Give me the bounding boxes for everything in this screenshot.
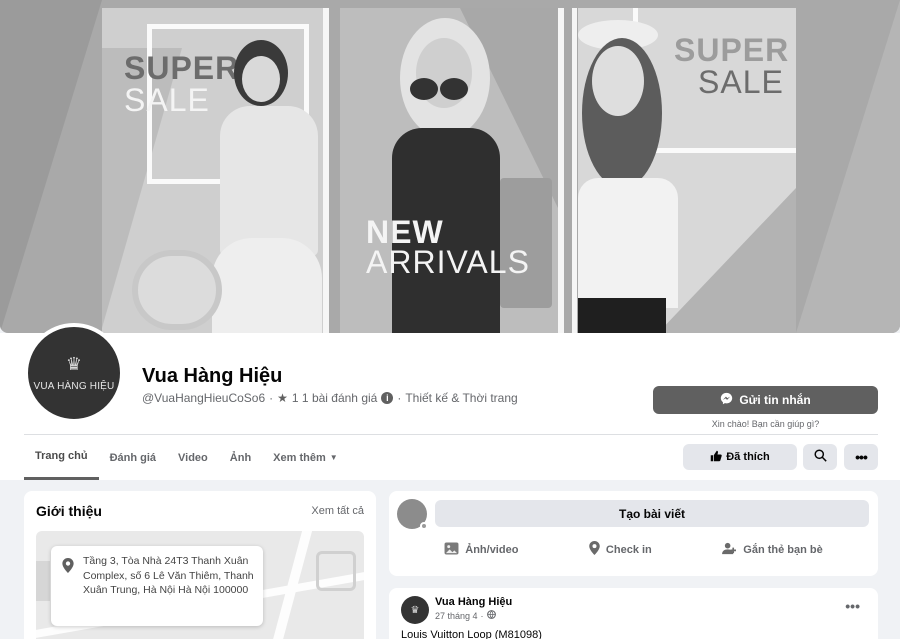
model-face — [242, 56, 280, 102]
message-hint: Xin chào! Bạn cần giúp gì? — [711, 419, 820, 429]
cover-decoration — [796, 0, 900, 333]
photo-video-option[interactable]: Ảnh/video — [444, 541, 518, 558]
tag-friends-label: Gắn thẻ bạn bè — [743, 543, 823, 556]
sunglasses — [410, 78, 438, 100]
globe-icon — [486, 610, 496, 621]
tab-see-more[interactable]: Xem thêm ▼ — [262, 435, 349, 480]
model-top — [578, 178, 678, 308]
tire-seat — [132, 250, 222, 330]
meta-separator: · — [269, 391, 274, 405]
page-avatar[interactable]: ♛ VUA HÀNG HIỆU — [24, 323, 124, 423]
page-username: @VuaHangHieuCoSo6 — [142, 391, 266, 405]
check-in-label: Check in — [605, 543, 652, 556]
tab-reviews[interactable]: Đánh giá — [99, 435, 167, 480]
post-text: Louis Vuitton Loop (M81098) — [401, 629, 542, 639]
create-post-button[interactable]: Tạo bài viết — [435, 500, 869, 527]
model-legs — [212, 238, 322, 333]
more-options-button[interactable]: ••• — [844, 444, 878, 470]
liked-button[interactable]: Đã thích — [683, 444, 797, 470]
cover-divider — [572, 8, 577, 333]
cover-panel-super-sale-left: SUPER SALE — [102, 8, 324, 333]
cover-divider — [558, 8, 564, 333]
cover-text: SALE — [698, 64, 784, 100]
shopping-bag — [500, 178, 552, 308]
post-more-icon[interactable]: ••• — [845, 598, 860, 614]
cover-text: ARRIVALS — [366, 244, 530, 280]
map-block — [36, 561, 50, 601]
messenger-icon — [720, 392, 733, 408]
model-face — [592, 46, 644, 116]
tab-see-more-label: Xem thêm — [273, 451, 326, 464]
location-map[interactable]: Tầng 3, Tòa Nhà 24T3 Thanh Xuân Complex,… — [36, 531, 364, 639]
map-block — [316, 551, 356, 591]
crown-logo-icon: ♛ — [65, 353, 83, 374]
meta-separator: · — [397, 391, 402, 405]
cover-photo[interactable]: SUPER SALE NEW ARRIVALS SUPER SALE — [0, 0, 900, 333]
tag-friends-option[interactable]: Gắn thẻ bạn bè — [722, 541, 823, 558]
page-title[interactable]: Vua Hàng Hiệu — [142, 365, 282, 388]
post-date[interactable]: 27 tháng 4 — [435, 611, 478, 621]
post-meta: 27 tháng 4 · — [435, 610, 496, 621]
star-icon: ★ — [277, 391, 288, 405]
send-message-label: Gửi tin nhắn — [739, 393, 811, 407]
create-post-options: Ảnh/video Check in Gắn thẻ bạn bè — [389, 541, 878, 558]
cover-decoration — [0, 0, 102, 333]
search-icon — [813, 449, 827, 465]
photo-video-label: Ảnh/video — [465, 543, 519, 556]
user-avatar[interactable] — [397, 499, 428, 530]
tab-video[interactable]: Video — [167, 435, 219, 480]
model-jacket — [220, 106, 318, 256]
send-message-button[interactable]: Gửi tin nhắn — [653, 386, 878, 414]
location-pin-icon — [589, 541, 600, 558]
create-post-card: Tạo bài viết Ảnh/video Check in Gắn thẻ … — [389, 491, 878, 576]
see-all-link[interactable]: Xem tất cả — [311, 505, 364, 517]
intro-title: Giới thiệu — [36, 503, 102, 519]
more-icon: ••• — [855, 449, 868, 465]
cover-panel-new-arrivals: NEW ARRIVALS — [340, 8, 558, 333]
cover-text: SUPER — [674, 32, 790, 68]
post-author-avatar[interactable]: ♛ — [401, 596, 429, 624]
model-skirt — [578, 298, 666, 333]
address-box: Tầng 3, Tòa Nhà 24T3 Thanh Xuân Complex,… — [51, 546, 263, 626]
post-author-name[interactable]: Vua Hàng Hiệu — [435, 596, 512, 608]
cover-text: SALE — [124, 82, 210, 118]
photo-icon — [444, 541, 459, 558]
tag-friends-icon — [722, 542, 737, 558]
online-status-icon — [420, 522, 428, 530]
page-category[interactable]: Thiết kế & Thời trang — [405, 391, 517, 405]
thumbs-up-icon — [710, 450, 723, 465]
cover-panel-super-sale-right: SUPER SALE — [578, 8, 796, 333]
intro-card: Giới thiệu Xem tất cả Tầng 3, Tòa Nhà 24… — [24, 491, 376, 639]
post-card: ♛ Vua Hàng Hiệu 27 tháng 4 · ••• Louis V… — [389, 588, 878, 639]
info-icon[interactable]: i — [381, 392, 394, 404]
post-meta-separator: · — [480, 610, 484, 621]
cover-text: SUPER — [124, 50, 240, 86]
cover-divider — [323, 8, 329, 333]
sunglasses — [440, 78, 468, 100]
page-meta: @VuaHangHieuCoSo6 · ★ 1 1 bài đánh giá i… — [142, 391, 518, 405]
tab-home[interactable]: Trang chủ — [24, 435, 99, 480]
caret-down-icon: ▼ — [329, 453, 338, 462]
location-pin-icon — [62, 558, 74, 576]
page-header: ♛ VUA HÀNG HIỆU Vua Hàng Hiệu @VuaHangHi… — [0, 323, 900, 480]
check-in-option[interactable]: Check in — [589, 541, 652, 558]
tab-photos[interactable]: Ảnh — [219, 435, 262, 480]
rating-link[interactable]: 1 1 bài đánh giá — [292, 391, 377, 405]
address-text: Tầng 3, Tòa Nhà 24T3 Thanh Xuân Complex,… — [83, 555, 254, 596]
liked-label: Đã thích — [726, 451, 770, 463]
page-tabs: Trang chủ Đánh giá Video Ảnh Xem thêm ▼ — [24, 435, 349, 480]
search-button[interactable] — [803, 444, 837, 470]
avatar-logo-text: VUA HÀNG HIỆU — [33, 380, 115, 392]
